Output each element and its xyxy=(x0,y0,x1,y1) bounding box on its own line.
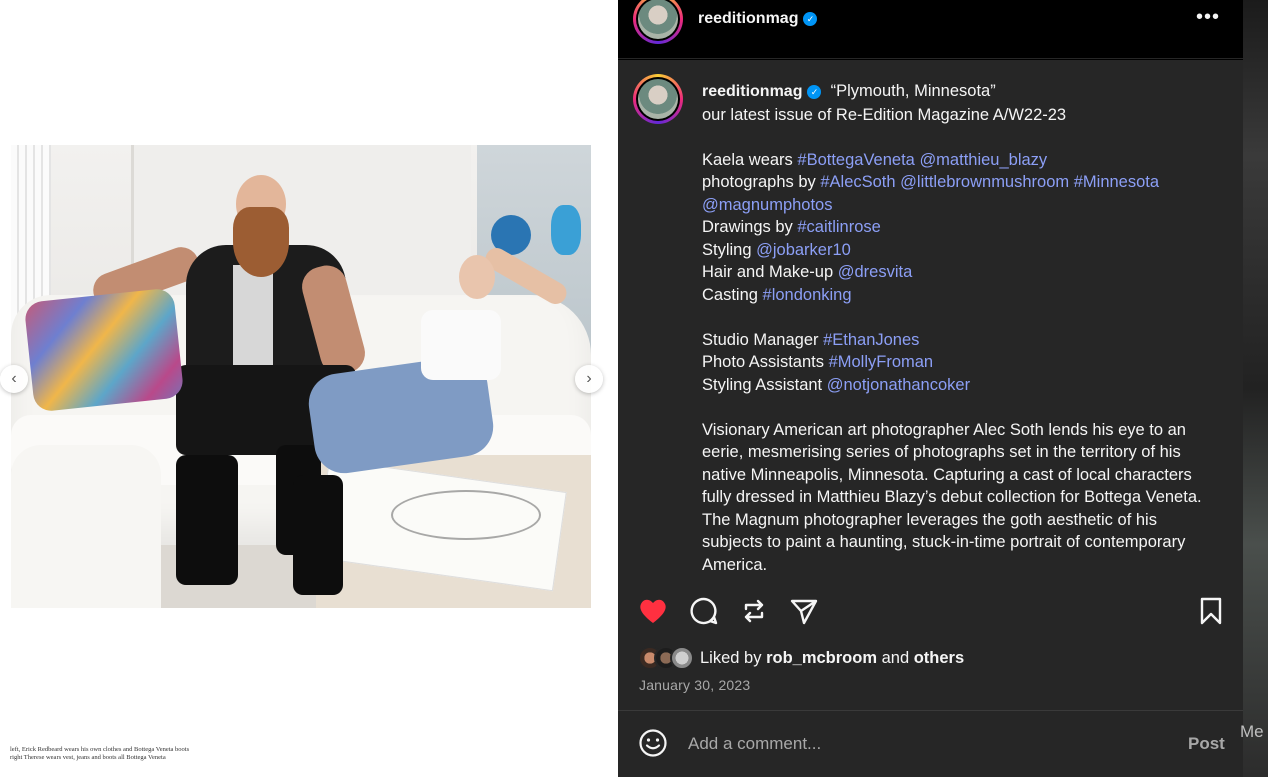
hashtag-link[interactable]: #AlecSoth xyxy=(820,173,895,191)
carousel-next-button[interactable]: › xyxy=(575,365,603,393)
caption-text-segment: Casting xyxy=(702,285,763,304)
caption-line: Styling @jobarker10 xyxy=(702,239,1207,262)
header-username-text[interactable]: reeditionmag xyxy=(698,10,798,27)
caption-text-segment: our latest issue of Re-Edition Magazine … xyxy=(702,105,1067,124)
liked-by-others-link[interactable]: others xyxy=(914,649,964,667)
caption-text: reeditionmag ✓ “Plymouth, Minnesota” our … xyxy=(702,80,1207,576)
mention-link[interactable]: @littlebrownmushroom xyxy=(900,173,1069,191)
mention-link[interactable]: @jobarker10 xyxy=(756,241,851,259)
hashtag-link[interactable]: #londonking xyxy=(763,286,852,304)
liked-by-row: Liked by rob_mcbroom and others xyxy=(638,645,964,671)
hashtag-link[interactable]: #BottegaVeneta xyxy=(797,151,914,169)
more-options-button[interactable]: ••• xyxy=(1196,6,1220,29)
hashtag-link[interactable]: #caitlinrose xyxy=(797,218,880,236)
mention-link[interactable]: @matthieu_blazy xyxy=(919,151,1047,169)
verified-badge-icon: ✓ xyxy=(803,12,818,26)
caption-line xyxy=(702,126,1207,149)
caption-text-segment: Studio Manager xyxy=(702,330,824,349)
caption-line: our latest issue of Re-Edition Magazine … xyxy=(702,104,1207,127)
caption-username[interactable]: reeditionmag xyxy=(702,83,802,100)
side-peek-text: Me xyxy=(1240,722,1264,741)
caption-line: Drawings by #caitlinrose xyxy=(702,216,1207,239)
mention-link[interactable]: @magnumphotos xyxy=(702,196,833,214)
verified-badge-icon: ✓ xyxy=(807,85,822,99)
post-details-panel: reeditionmag ✓ ••• reeditionmag ✓ “Plymout… xyxy=(618,0,1243,777)
chevron-right-icon: › xyxy=(586,370,592,387)
header-username[interactable]: reeditionmag ✓ xyxy=(698,10,818,28)
caption-text-segment: Hair and Make-up xyxy=(702,263,838,281)
repost-icon[interactable] xyxy=(738,595,770,627)
caption-line: Hair and Make-up @dresvita xyxy=(702,261,1207,284)
caption-line xyxy=(702,396,1207,419)
comment-bubble-icon[interactable] xyxy=(688,595,720,627)
caption-avatar[interactable] xyxy=(633,74,683,124)
mention-link[interactable]: @dresvita xyxy=(838,263,913,281)
post-comment-button[interactable]: Post xyxy=(1188,734,1225,754)
hashtag-link[interactable]: #Minnesota xyxy=(1074,173,1159,191)
divider xyxy=(618,58,1243,59)
add-comment-bar: Post xyxy=(618,711,1243,777)
caption-text-segment: Kaela wears xyxy=(702,150,798,169)
mention-link[interactable]: @notjonathancoker xyxy=(827,376,970,394)
caption-paragraph: Visionary American art photographer Alec… xyxy=(702,420,1202,574)
liked-by-text: Liked by rob_mcbroom and others xyxy=(700,649,964,668)
caption-line: Kaela wears #BottegaVeneta @matthieu_bla… xyxy=(702,149,1207,172)
hashtag-link[interactable]: #MollyFroman xyxy=(829,353,934,371)
caption-text-segment: Photo Assistants xyxy=(702,353,829,371)
post-location[interactable]: “Plymouth, Minnesota” xyxy=(831,82,996,100)
caption-comment: reeditionmag ✓ “Plymouth, Minnesota” our … xyxy=(618,60,1243,595)
caption-line: @magnumphotos xyxy=(702,194,1207,217)
background-page-strip xyxy=(1243,0,1268,777)
bookmark-icon[interactable] xyxy=(1195,595,1227,627)
hashtag-link[interactable]: #EthanJones xyxy=(823,331,919,349)
caption-line: photographs by #AlecSoth @littlebrownmus… xyxy=(702,171,1207,194)
comment-input[interactable] xyxy=(688,731,1168,757)
media-pane: ‹ › left, Erick Redbeard wears his own c… xyxy=(0,0,618,777)
more-horizontal-icon: ••• xyxy=(1196,6,1221,28)
caption-text-segment: Styling xyxy=(702,240,757,259)
caption-line xyxy=(702,306,1207,329)
avatar[interactable] xyxy=(633,0,683,44)
caption-text-segment: Styling Assistant xyxy=(702,375,827,394)
emoji-smile-icon[interactable] xyxy=(638,728,668,758)
heart-icon[interactable] xyxy=(637,595,669,627)
caption-line: Studio Manager #EthanJones xyxy=(702,329,1207,352)
caption-lines: our latest issue of Re-Edition Magazine … xyxy=(702,104,1207,419)
image-caption-text: left, Erick Redbeard wears his own cloth… xyxy=(10,746,190,761)
liked-by-and: and xyxy=(881,648,910,667)
caption-text-segment: Drawings by xyxy=(702,218,798,236)
liked-by-prefix: Liked by xyxy=(700,648,762,667)
carousel-prev-button[interactable]: ‹ xyxy=(0,365,28,393)
post-header: reeditionmag ✓ ••• xyxy=(618,0,1243,44)
liker-avatar[interactable] xyxy=(670,646,694,670)
post-date[interactable]: January 30, 2023 xyxy=(639,677,750,693)
caption-line: Styling Assistant @notjonathancoker xyxy=(702,374,1207,397)
caption-line: Photo Assistants #MollyFroman xyxy=(702,351,1207,374)
caption-line: Casting #londonking xyxy=(702,284,1207,307)
post-actions: Liked by rob_mcbroom and others January … xyxy=(618,595,1243,715)
caption-first-line: reeditionmag ✓ “Plymouth, Minnesota” xyxy=(702,80,1207,104)
caption-text-segment: photographs by xyxy=(702,173,821,191)
chevron-left-icon: ‹ xyxy=(11,370,17,387)
send-paper-plane-icon[interactable] xyxy=(788,595,820,627)
post-photo xyxy=(11,145,591,608)
liked-by-user-link[interactable]: rob_mcbroom xyxy=(766,649,877,667)
